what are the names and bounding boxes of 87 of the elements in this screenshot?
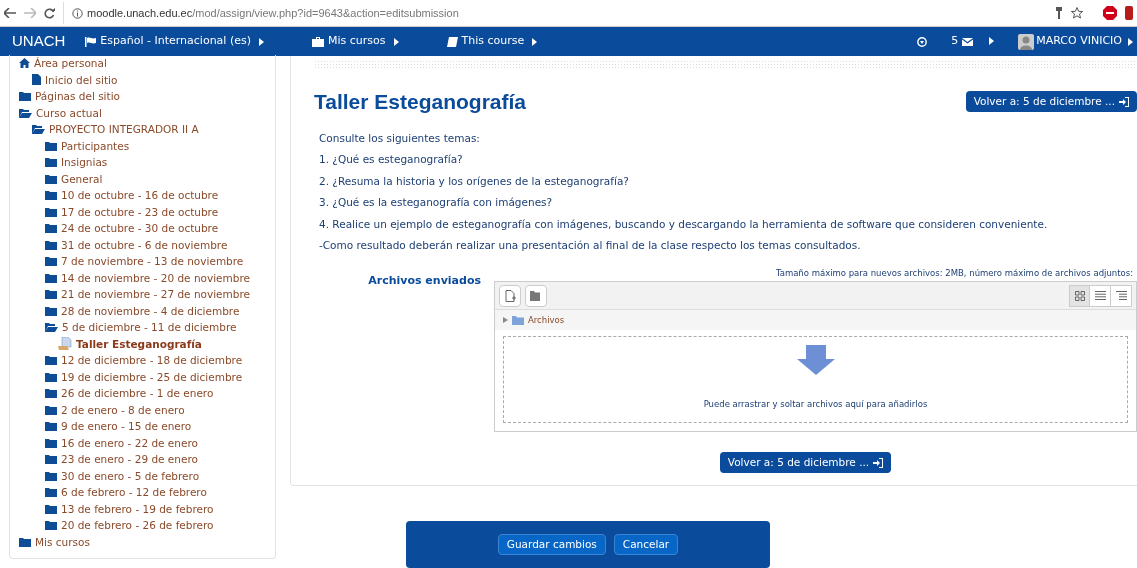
folder-path-link[interactable]: Archivos xyxy=(528,313,565,327)
sign-in-icon xyxy=(1119,96,1129,107)
drop-zone[interactable]: Puede arrastrar y soltar archivos aquí para añadirlos xyxy=(503,336,1128,424)
grid-icon xyxy=(1074,290,1085,301)
tree-item[interactable]: Insignias xyxy=(61,154,108,171)
tree-item[interactable]: 17 de octubre - 23 de octubre xyxy=(61,203,219,220)
tree-list-icon xyxy=(1115,291,1127,301)
download-circle-icon[interactable] xyxy=(917,36,928,47)
menu-link[interactable]: Español - Internacional (es) xyxy=(85,33,264,50)
menu-link[interactable]: This course xyxy=(446,33,538,50)
document-icon xyxy=(32,74,41,86)
instruction-text: 4. Realice un ejemplo de esteganografía con imágenes, buscando y descargando la herramienta de software que consideren conveniente. xyxy=(319,216,1049,232)
tree-item[interactable]: 2 de enero - 8 de enero xyxy=(61,401,185,418)
tree-item[interactable]: Taller Esteganografía xyxy=(76,335,202,352)
avatar-icon xyxy=(1018,33,1035,50)
tree-item[interactable]: 7 de noviembre - 13 de noviembre xyxy=(61,253,244,270)
tree-item[interactable]: 16 de enero - 22 de enero xyxy=(61,434,198,451)
list-view-button[interactable] xyxy=(1090,284,1111,307)
tree-item[interactable]: 28 de noviembre - 4 de diciembre xyxy=(61,302,240,319)
save-button[interactable]: Guardar cambios xyxy=(497,534,606,556)
tree-item[interactable]: 19 de diciembre - 25 de diciembre xyxy=(61,368,243,385)
tree-item[interactable]: Páginas del sitio xyxy=(35,88,120,105)
address-bar[interactable]: moodle.unach.edu.ec/mod/assign/view.php?id=9643&action=editsubmission xyxy=(63,2,1047,24)
tree-item[interactable]: Inicio del sitio xyxy=(45,71,118,88)
new-folder-button[interactable] xyxy=(525,284,547,307)
caret-icon xyxy=(259,37,264,46)
drop-hint-text: Puede arrastrar y soltar archivos aquí para añadirlos xyxy=(703,398,928,411)
tree-item[interactable]: 9 de enero - 15 de enero xyxy=(61,418,192,435)
tree-item[interactable]: 26 de diciembre - 1 de enero xyxy=(61,385,214,402)
tree-item[interactable]: 12 de diciembre - 18 de diciembre xyxy=(61,352,243,369)
instruction-text: 2. ¿Resuma la historia y los orígenes de la esteganografía? xyxy=(319,173,630,189)
tree-item[interactable]: 31 de octubre - 6 de noviembre xyxy=(61,236,228,253)
tree-item[interactable]: Mis cursos xyxy=(35,533,90,550)
home-icon xyxy=(19,58,30,69)
page-title: Taller Esteganografía xyxy=(314,89,526,115)
tree-item[interactable]: PROYECTO INTEGRADOR II A xyxy=(49,121,199,138)
field-label: Archivos enviados xyxy=(367,272,482,289)
messages-link[interactable]: 5 xyxy=(951,33,995,50)
tree-item[interactable]: 21 de noviembre - 27 de noviembre xyxy=(61,286,250,303)
stop-sign-icon[interactable] xyxy=(1103,6,1117,20)
flag-icon xyxy=(85,36,97,47)
list-icon xyxy=(1094,291,1106,301)
extension-icon[interactable] xyxy=(1125,6,1133,20)
user-menu[interactable]: MARCO VINICIO xyxy=(1018,33,1133,50)
grid-view-button[interactable] xyxy=(1069,284,1090,307)
back-icon[interactable] xyxy=(4,8,16,18)
tree-item[interactable]: Participantes xyxy=(61,137,130,154)
url-text: moodle.unach.edu.ec/mod/assign/view.php?id=9643&action=editsubmission xyxy=(87,5,459,21)
tree-item[interactable]: Área personal xyxy=(34,55,107,72)
caret-icon xyxy=(393,37,399,46)
add-file-button[interactable] xyxy=(499,284,521,307)
menu-link[interactable]: Mis cursos xyxy=(312,33,399,50)
reload-icon[interactable] xyxy=(44,7,55,19)
instruction-text: -Como resultado deberán realizar una presentación al final de la clase respecto los temas consultados. xyxy=(319,238,862,253)
caret-icon xyxy=(1128,37,1133,46)
back-button[interactable]: Volver a: 5 de diciembre ... xyxy=(719,452,892,474)
instruction-text: Consulte los siguientes temas: xyxy=(319,130,481,146)
folder-icon xyxy=(512,315,524,325)
instruction-text: 1. ¿Qué es esteganografía? xyxy=(319,152,464,167)
tree-item[interactable]: Curso actual xyxy=(36,104,102,121)
caret-icon xyxy=(989,37,995,46)
assignment-icon xyxy=(58,337,72,351)
star-icon[interactable] xyxy=(1071,7,1083,19)
tree-item[interactable]: 13 de febrero - 19 de febrero xyxy=(61,500,214,517)
info-icon xyxy=(72,7,83,19)
tree-item[interactable]: General xyxy=(61,170,103,187)
tree-item[interactable]: 23 de enero - 29 de enero xyxy=(61,451,198,468)
caret-icon xyxy=(532,37,538,46)
back-button[interactable]: Volver a: 5 de diciembre ... xyxy=(965,91,1137,113)
expand-icon[interactable] xyxy=(503,317,508,324)
brand-text[interactable]: UNACH xyxy=(12,30,66,53)
sign-in-icon xyxy=(873,457,884,468)
tree-item[interactable]: 30 de enero - 5 de febrero xyxy=(61,467,200,484)
file-limits-text: Tamaño máximo para nuevos archivos: 2MB, número máximo de archivos adjuntos: xyxy=(775,266,1134,280)
tree-view-button[interactable] xyxy=(1111,284,1132,307)
tree-item[interactable]: 5 de diciembre - 11 de diciembre xyxy=(62,319,237,336)
download-arrow-icon xyxy=(796,345,835,376)
tree-item[interactable]: 24 de octubre - 30 de octubre xyxy=(61,220,219,237)
tree-item[interactable]: 20 de febrero - 26 de febrero xyxy=(61,517,214,534)
tree-item[interactable]: 14 de noviembre - 20 de noviembre xyxy=(61,269,250,286)
envelope-icon xyxy=(962,37,974,46)
instruction-text: 3. ¿Qué es la esteganografía con imágenes? xyxy=(319,195,554,210)
tree-item[interactable]: 10 de octubre - 16 de octubre xyxy=(61,187,219,204)
new-file-icon xyxy=(504,289,516,302)
briefcase-icon xyxy=(312,36,324,47)
cancel-button[interactable]: Cancelar xyxy=(613,534,679,556)
tree-item[interactable]: 6 de febrero - 12 de febrero xyxy=(61,484,207,501)
